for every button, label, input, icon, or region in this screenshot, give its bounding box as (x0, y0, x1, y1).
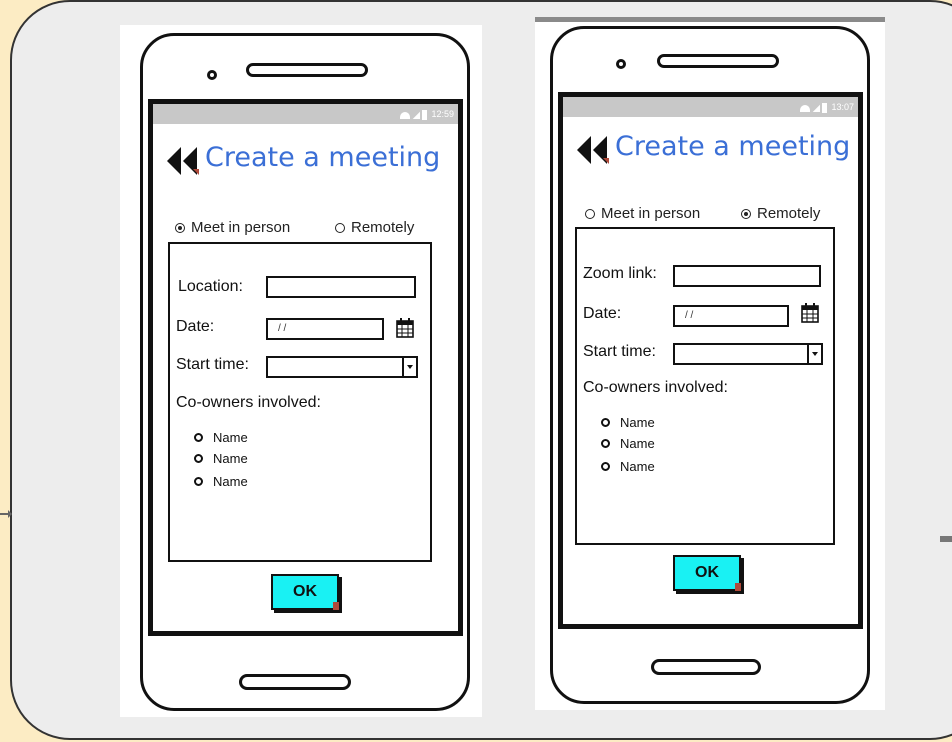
page-title: Create a meeting (205, 142, 441, 173)
coowner-option[interactable]: Name (194, 430, 248, 445)
date-label: Date: (583, 305, 622, 322)
chevron-down-icon (402, 358, 416, 376)
radio-remotely[interactable]: Remotely (335, 219, 414, 236)
status-bar: 12:59 (153, 104, 458, 124)
radio-meet-in-person[interactable]: Meet in person (585, 205, 700, 222)
app-header: Create a meeting (153, 142, 458, 182)
zoom-link-input[interactable] (673, 265, 821, 287)
phone-frame: 13:07 Create a meeting Meet in person Re… (550, 26, 870, 704)
flow-arrow-icon (0, 510, 12, 518)
home-button[interactable] (239, 674, 351, 690)
coowner-option[interactable]: Name (601, 436, 655, 451)
flow-connector (940, 536, 952, 542)
radio-meet-in-person[interactable]: Meet in person (175, 219, 290, 236)
radio-selected-icon (175, 222, 185, 233)
meeting-form: Zoom link: Date: / / Start time: Co-owne… (575, 227, 835, 545)
radio-label: Remotely (351, 219, 415, 236)
calendar-icon[interactable] (801, 303, 819, 323)
coowners-label: Co-owners involved: (583, 379, 728, 396)
coowner-option[interactable]: Name (601, 459, 655, 474)
meeting-form: Location: Date: / / Start time: Co-owner… (168, 242, 432, 562)
phone-frame: 12:59 Create a meeting Meet in person Re… (140, 33, 470, 711)
radio-icon (194, 433, 203, 442)
start-time-select[interactable] (673, 343, 823, 365)
ok-button[interactable]: OK (271, 574, 339, 610)
date-input[interactable]: / / (266, 318, 384, 340)
resize-corner (735, 583, 741, 591)
calendar-icon[interactable] (396, 318, 414, 338)
radio-selected-icon (741, 208, 751, 219)
start-time-label: Start time: (583, 343, 656, 360)
coowner-option[interactable]: Name (194, 474, 248, 489)
signal-icon (812, 104, 821, 113)
radio-icon (194, 454, 203, 463)
status-icons (398, 105, 428, 125)
radio-unselected-icon (335, 222, 345, 233)
camera-icon (207, 70, 217, 80)
location-input[interactable] (266, 276, 416, 298)
radio-icon (601, 418, 610, 427)
zoom-link-label: Zoom link: (583, 265, 657, 282)
coowners-label: Co-owners involved: (176, 394, 321, 411)
status-bar: 13:07 (563, 97, 858, 117)
status-icons (798, 98, 828, 118)
location-label: Location: (178, 278, 243, 295)
status-time: 13:07 (831, 102, 854, 112)
radio-label: Meet in person (601, 205, 701, 222)
radio-icon (601, 439, 610, 448)
phone-screen: 12:59 Create a meeting Meet in person Re… (148, 99, 463, 636)
date-label: Date: (176, 318, 215, 335)
radio-remotely[interactable]: Remotely (741, 205, 820, 222)
radio-icon (601, 462, 610, 471)
start-time-select[interactable] (266, 356, 418, 378)
radio-label: Meet in person (191, 219, 291, 236)
camera-icon (616, 59, 626, 69)
radio-icon (194, 477, 203, 486)
battery-icon (822, 103, 828, 114)
mockup-card-remote: 13:07 Create a meeting Meet in person Re… (535, 17, 885, 710)
chevron-down-icon (807, 345, 821, 363)
resize-corner (333, 602, 339, 610)
page-title: Create a meeting (615, 131, 851, 162)
battery-icon (422, 110, 428, 121)
radio-label: Remotely (757, 205, 821, 222)
speaker-grille (246, 63, 368, 77)
app-header: Create a meeting (563, 131, 858, 171)
coowner-option[interactable]: Name (601, 415, 655, 430)
back-icon[interactable] (575, 134, 611, 166)
wifi-icon (800, 104, 811, 112)
start-time-label: Start time: (176, 356, 249, 373)
ok-button[interactable]: OK (673, 555, 741, 591)
radio-unselected-icon (585, 208, 595, 219)
signal-icon (412, 111, 421, 120)
mockup-card-in-person: 12:59 Create a meeting Meet in person Re… (120, 25, 482, 717)
wifi-icon (400, 111, 411, 119)
back-icon[interactable] (165, 145, 201, 177)
speaker-grille (657, 54, 779, 68)
coowner-option[interactable]: Name (194, 451, 248, 466)
status-time: 12:59 (431, 109, 454, 119)
home-button[interactable] (651, 659, 761, 675)
phone-screen: 13:07 Create a meeting Meet in person Re… (558, 92, 863, 629)
date-input[interactable]: / / (673, 305, 789, 327)
